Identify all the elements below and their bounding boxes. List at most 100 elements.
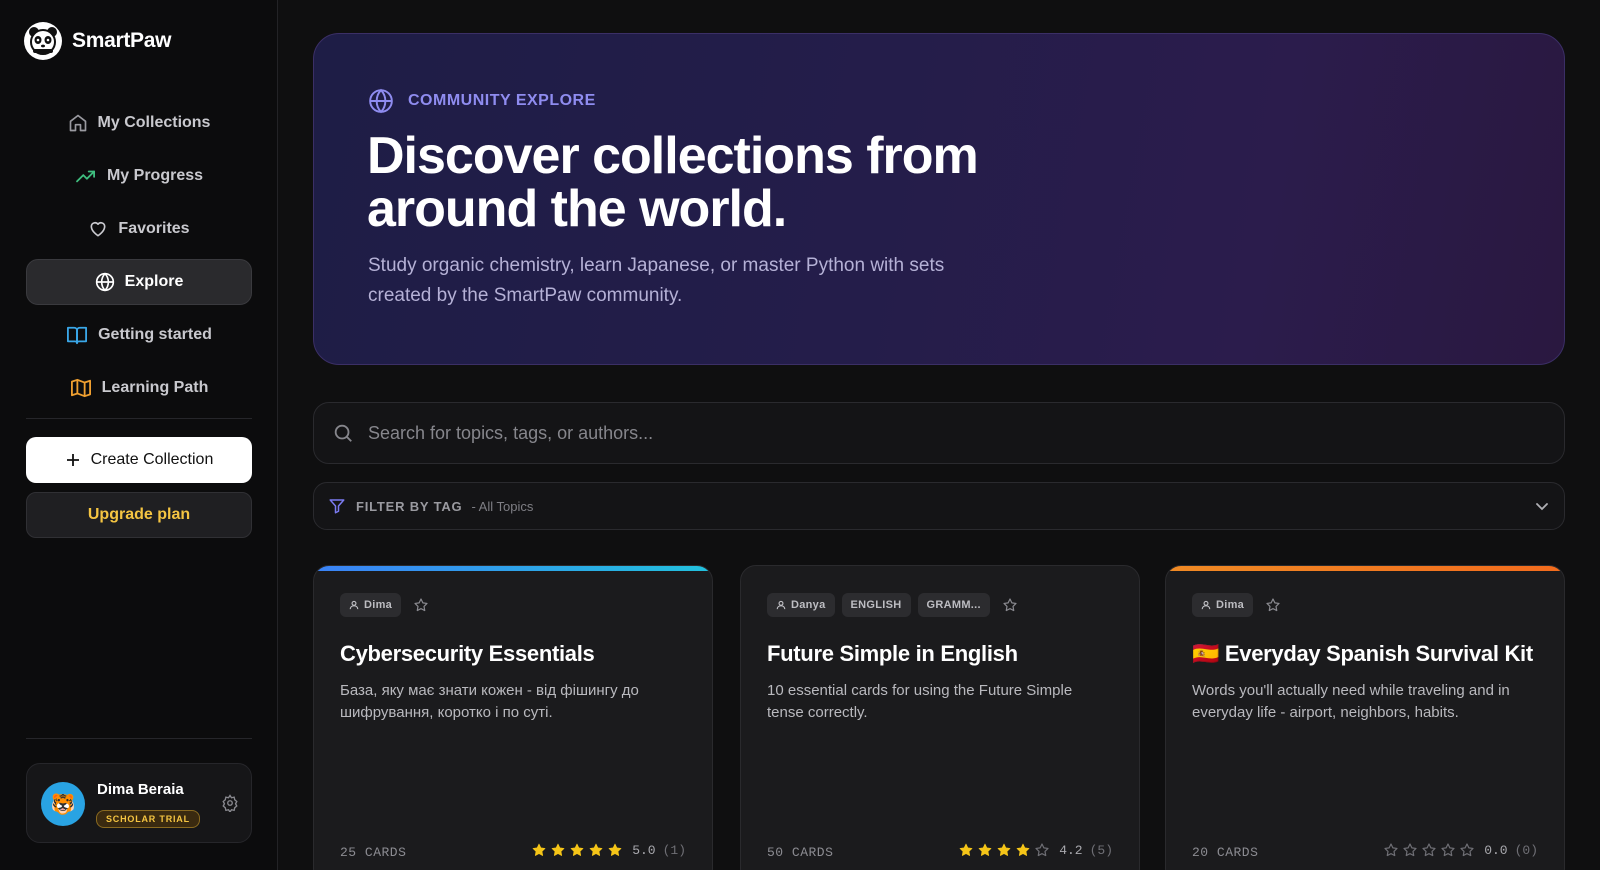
book-open-icon	[67, 326, 88, 345]
globe-icon	[95, 272, 114, 292]
search-bar[interactable]	[313, 402, 1565, 464]
star-filled-icon	[532, 843, 546, 856]
collection-card[interactable]: Dima 🇪🇸 Everyday Spanish Survival Kit Wo…	[1165, 565, 1565, 870]
card-count: 20 CARDS	[1192, 845, 1259, 860]
gear-icon	[222, 794, 238, 814]
collection-card[interactable]: Dima Cybersecurity Essentials База, яку …	[313, 565, 713, 870]
tag-chip[interactable]: ENGLISH	[841, 593, 911, 617]
card-count: 25 CARDS	[340, 845, 407, 860]
sidebar-item-explore[interactable]: Explore	[26, 259, 252, 305]
home-icon	[69, 114, 86, 132]
settings-button[interactable]	[221, 794, 239, 817]
card-meta: Dima	[1192, 593, 1281, 617]
globe-icon	[369, 88, 393, 114]
card-meta: Danya ENGLISH GRAMM...	[767, 593, 1018, 617]
star-filled-icon	[570, 843, 584, 856]
upgrade-plan-button[interactable]: Upgrade plan	[26, 492, 252, 538]
user-icon	[1201, 600, 1211, 610]
sidebar-item-label: My Collections	[97, 114, 211, 131]
star-filled-icon	[551, 843, 565, 856]
sidebar-nav: My Collections My Progress Favorites Exp…	[26, 100, 252, 418]
author-chip[interactable]: Danya	[767, 593, 835, 617]
hero-banner: COMMUNITY EXPLORE Discover collections f…	[313, 33, 1565, 365]
star-filled-icon	[608, 843, 622, 856]
chevron-down-icon[interactable]	[1534, 498, 1550, 514]
create-collection-button[interactable]: Create Collection	[26, 437, 252, 483]
sidebar-item-favorites[interactable]: Favorites	[26, 206, 252, 252]
author-chip[interactable]: Dima	[1192, 593, 1254, 617]
heart-icon	[90, 221, 106, 237]
sidebar-item-my-collections[interactable]: My Collections	[26, 100, 252, 146]
trending-up-icon	[76, 170, 95, 183]
sidebar-item-label: My Progress	[106, 167, 204, 184]
plan-badge: SCHOLAR TRIAL	[96, 810, 200, 828]
search-input[interactable]	[368, 422, 1468, 444]
rating-value: 4.2	[1059, 842, 1083, 858]
card-accent-bar	[1166, 566, 1564, 571]
card-title: Future Simple in English	[767, 641, 1018, 666]
avatar[interactable]: 🐯	[41, 782, 85, 826]
filter-label: FILTER BY TAG	[356, 498, 463, 514]
sidebar-divider	[26, 418, 252, 419]
favorite-star-icon[interactable]	[1265, 597, 1281, 613]
rating-stars	[1383, 842, 1475, 858]
create-collection-label: Create Collection	[90, 451, 214, 468]
card-title: Cybersecurity Essentials	[340, 641, 595, 666]
collection-card[interactable]: Danya ENGLISH GRAMM... Future Simple in …	[740, 565, 1140, 870]
search-icon	[334, 424, 352, 442]
rating-stars	[531, 842, 623, 858]
rating-count: (5)	[1089, 842, 1113, 858]
star-filled-icon	[589, 843, 603, 856]
page-title: Discover collections from around the wor…	[367, 127, 979, 238]
sidebar-item-getting-started[interactable]: Getting started	[26, 312, 252, 358]
rating-value: 5.0	[632, 842, 656, 858]
tag-chip[interactable]: GRAMM...	[917, 593, 990, 617]
card-rating: 0.0 (0)	[1383, 842, 1538, 858]
hero-kicker-text: COMMUNITY EXPLORE	[408, 92, 596, 109]
card-meta: Dima	[340, 593, 429, 617]
favorite-star-icon[interactable]	[413, 597, 429, 613]
star-filled-icon	[997, 843, 1011, 856]
card-description: 10 essential cards for using the Future …	[767, 682, 1073, 721]
panda-icon	[24, 22, 62, 60]
star-filled-icon	[959, 843, 973, 856]
map-icon	[70, 378, 91, 398]
star-empty-icon	[1460, 843, 1474, 857]
rating-stars	[958, 842, 1050, 858]
rating-value: 0.0	[1484, 842, 1508, 858]
star-empty-icon	[1403, 843, 1417, 857]
star-filled-icon	[978, 843, 992, 856]
tag-filter[interactable]: FILTER BY TAG - All Topics	[313, 482, 1565, 530]
sidebar-item-label: Explore	[124, 273, 184, 290]
card-rating: 4.2 (5)	[958, 842, 1113, 858]
sidebar-item-learning-path[interactable]: Learning Path	[26, 365, 252, 411]
star-empty-icon	[1422, 843, 1436, 857]
brand[interactable]: SmartPaw	[24, 22, 171, 60]
favorite-star-icon[interactable]	[1002, 597, 1018, 613]
user-icon	[349, 600, 359, 610]
brand-name: SmartPaw	[72, 29, 172, 52]
star-empty-icon	[1035, 843, 1049, 857]
sidebar-item-my-progress[interactable]: My Progress	[26, 153, 252, 199]
card-count: 50 CARDS	[767, 845, 834, 860]
star-filled-icon	[1016, 843, 1030, 856]
sidebar-divider	[26, 738, 252, 739]
sidebar-item-label: Getting started	[98, 326, 212, 343]
card-description: База, яку має знати кожен - від фішингу …	[340, 682, 639, 721]
user-name: Dima Beraia	[97, 781, 184, 798]
sidebar-item-label: Learning Path	[101, 379, 209, 396]
sidebar-item-label: Favorites	[118, 220, 190, 237]
author-chip[interactable]: Dima	[340, 593, 402, 617]
hero-subtitle: Study organic chemistry, learn Japanese,…	[368, 255, 945, 306]
card-description: Words you'll actually need while traveli…	[1192, 682, 1510, 721]
author-name: Danya	[791, 599, 826, 611]
rating-count: (0)	[1514, 842, 1538, 858]
rating-count: (1)	[662, 842, 686, 858]
plus-icon	[66, 454, 79, 466]
user-profile-card[interactable]: 🐯 Dima Beraia SCHOLAR TRIAL	[26, 763, 252, 843]
star-empty-icon	[1384, 843, 1398, 857]
star-empty-icon	[1441, 843, 1455, 857]
filter-value: - All Topics	[471, 498, 534, 514]
author-name: Dima	[1216, 599, 1245, 611]
card-title: 🇪🇸 Everyday Spanish Survival Kit	[1192, 641, 1533, 666]
